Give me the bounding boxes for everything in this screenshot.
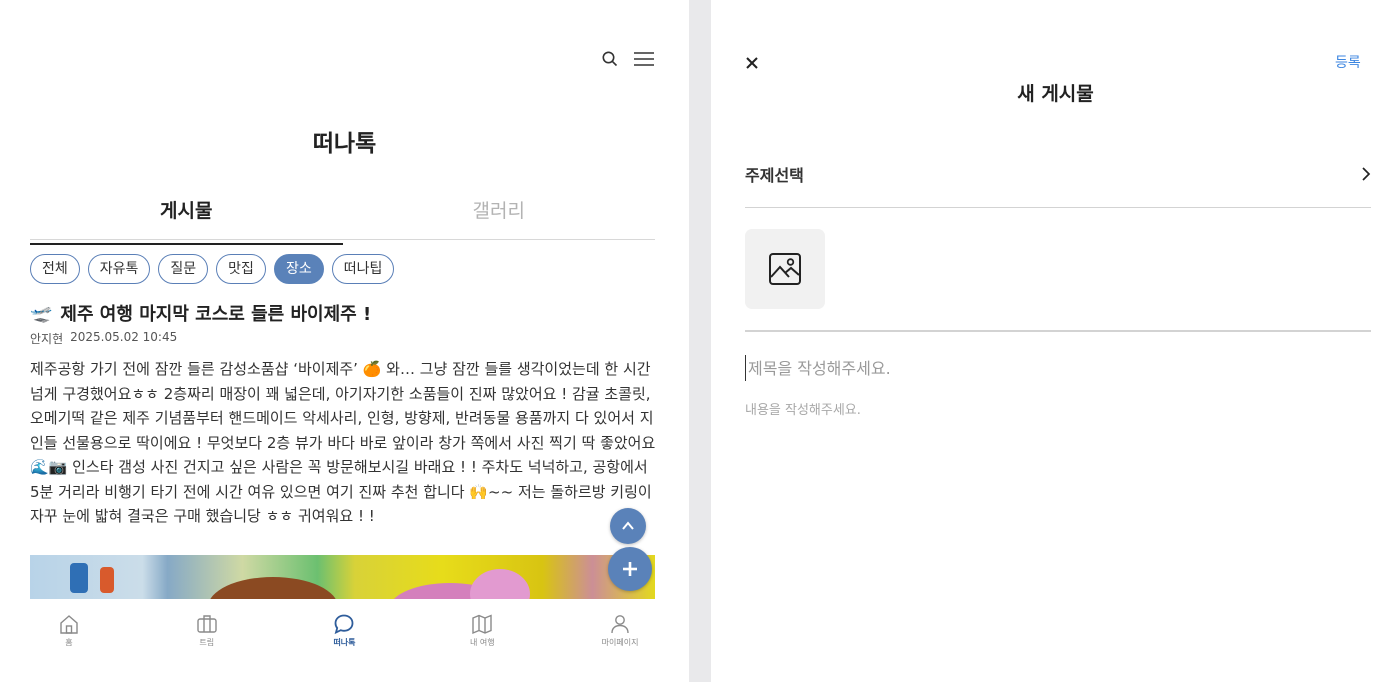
nav-mypage[interactable]: 마이페이지 <box>551 613 689 682</box>
nav-label-trip: 트립 <box>199 638 215 647</box>
home-icon <box>60 615 78 634</box>
nav-label-home: 홈 <box>65 638 73 647</box>
title-input[interactable] <box>745 355 1371 381</box>
menu-icon[interactable] <box>633 50 655 68</box>
chip-travel-tip[interactable]: 떠나팁 <box>331 254 395 284</box>
chat-bubble-icon <box>335 614 354 635</box>
image-upload-button[interactable] <box>745 229 825 309</box>
post-author: 안지현 <box>30 332 64 346</box>
search-icon[interactable] <box>601 50 619 68</box>
airplane-icon: 🛫 <box>30 302 53 324</box>
nav-talk[interactable]: 떠나톡 <box>276 613 414 682</box>
nav-my-trip[interactable]: 내 여행 <box>413 613 551 682</box>
topic-select[interactable]: 주제선택 <box>745 150 1371 208</box>
close-icon[interactable] <box>743 54 761 72</box>
nav-home[interactable]: 홈 <box>0 613 138 682</box>
nav-trip[interactable]: 트립 <box>138 613 276 682</box>
post-title-text: 제주 여행 마지막 코스로 들른 바이제주 ! <box>60 304 372 325</box>
chip-place[interactable]: 장소 <box>273 254 324 284</box>
chevron-up-icon <box>622 521 634 530</box>
map-icon <box>472 614 492 635</box>
tab-posts[interactable]: 게시물 <box>30 196 343 245</box>
chip-restaurant[interactable]: 맛집 <box>216 254 266 284</box>
image-icon <box>769 253 801 285</box>
suitcase-icon <box>196 615 217 633</box>
community-panel: 떠나톡 게시물 갤러리 전체 자유톡 질문 맛집 장소 떠나팁 🛫 제주 여행 … <box>0 0 689 682</box>
post-meta: 안지현 2025.05.02 10:45 <box>30 330 177 347</box>
post-title[interactable]: 🛫 제주 여행 마지막 코스로 들른 바이제주 ! <box>30 300 371 326</box>
add-post-button[interactable] <box>608 547 652 591</box>
register-button[interactable]: 등록 <box>1335 52 1361 72</box>
post-body: 제주공항 가기 전에 잠깐 들른 감성소품샵 ‘바이제주’ 🍊 와… 그냥 잠깐… <box>30 360 656 525</box>
tab-bar: 게시물 갤러리 <box>30 196 656 245</box>
category-filter: 전체 자유톡 질문 맛집 장소 떠나팁 <box>30 254 395 284</box>
page-title: 새 게시물 <box>1017 83 1094 105</box>
person-icon <box>611 615 629 634</box>
bottom-nav: 홈 트립 떠나톡 내 여행 마이페이지 <box>0 599 689 682</box>
page-title: 떠나톡 <box>312 131 377 157</box>
nav-label-mypage: 마이페이지 <box>601 638 639 647</box>
post-image[interactable] <box>30 555 655 599</box>
topic-select-label: 주제선택 <box>745 166 804 185</box>
chip-all[interactable]: 전체 <box>30 254 80 284</box>
divider <box>745 330 1371 332</box>
chevron-right-icon <box>1362 167 1371 181</box>
post-datetime: 2025.05.02 10:45 <box>70 330 178 344</box>
chip-question[interactable]: 질문 <box>158 254 209 284</box>
nav-label-my-trip: 내 여행 <box>469 638 495 647</box>
chip-free-talk[interactable]: 자유톡 <box>87 254 151 284</box>
plus-icon <box>623 562 637 576</box>
scroll-top-button[interactable] <box>610 508 646 544</box>
tab-gallery[interactable]: 갤러리 <box>343 196 656 239</box>
content-input[interactable] <box>745 399 1371 599</box>
nav-label-talk: 떠나톡 <box>333 638 356 647</box>
new-post-panel: 등록 새 게시물 주제선택 <box>711 0 1400 682</box>
